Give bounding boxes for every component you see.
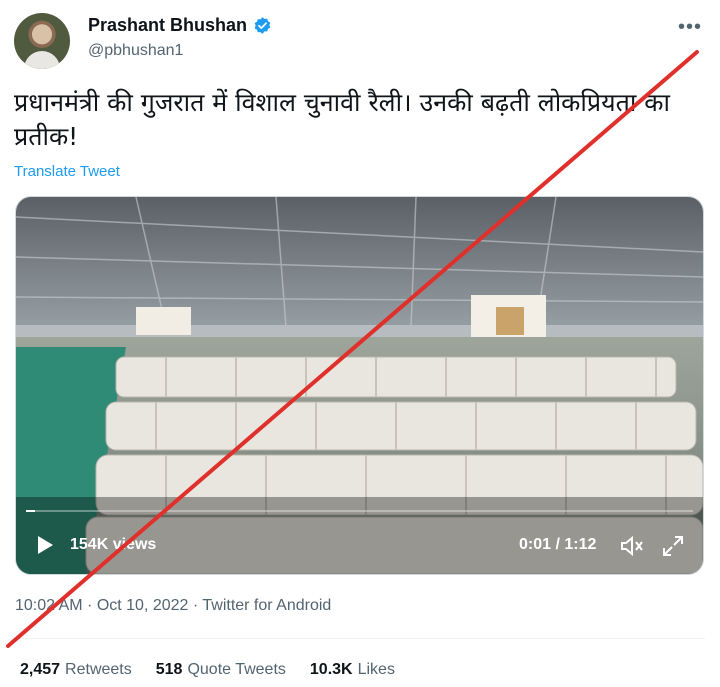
quote-tweets-label: Quote Tweets — [187, 661, 286, 678]
likes-label: Likes — [357, 661, 395, 678]
verified-badge-icon — [254, 17, 271, 34]
quote-tweets-count: 518 — [155, 661, 183, 678]
likes-stat[interactable]: 10.3K Likes — [310, 661, 395, 679]
author-name-row[interactable]: Prashant Bhushan — [88, 15, 272, 36]
author-handle[interactable]: @pbhushan1 — [88, 42, 183, 60]
video-player[interactable]: 154K views 0:01 / 1:12 — [15, 196, 704, 575]
tweet-timestamp[interactable]: 10:02 AM · Oct 10, 2022 · Twitter for An… — [15, 597, 331, 615]
divider — [15, 638, 705, 639]
retweets-stat[interactable]: 2,457 Retweets — [20, 661, 132, 679]
translate-tweet-link[interactable]: Translate Tweet — [14, 163, 120, 180]
video-time: 0:01 / 1:12 — [519, 536, 597, 553]
view-count: 154K views — [70, 536, 157, 553]
avatar[interactable] — [14, 13, 70, 69]
tweet-text: प्रधानमंत्री की गुजरात में विशाल चुनावी … — [14, 88, 670, 151]
quote-tweets-stat[interactable]: 518 Quote Tweets — [156, 661, 286, 679]
play-icon[interactable] — [36, 535, 54, 555]
engagement-stats: 2,457 Retweets 518 Quote Tweets 10.3K Likes — [20, 661, 395, 679]
expand-icon[interactable] — [661, 534, 685, 558]
retweets-label: Retweets — [65, 661, 132, 678]
volume-icon[interactable] — [620, 535, 644, 557]
more-options-icon[interactable]: ••• — [678, 16, 702, 39]
retweets-count: 2,457 — [20, 661, 61, 678]
video-frame — [16, 197, 703, 574]
video-progress-fill — [26, 510, 36, 512]
video-progress-track[interactable] — [26, 510, 693, 512]
likes-count: 10.3K — [309, 661, 353, 678]
author-name[interactable]: Prashant Bhushan — [88, 15, 247, 36]
